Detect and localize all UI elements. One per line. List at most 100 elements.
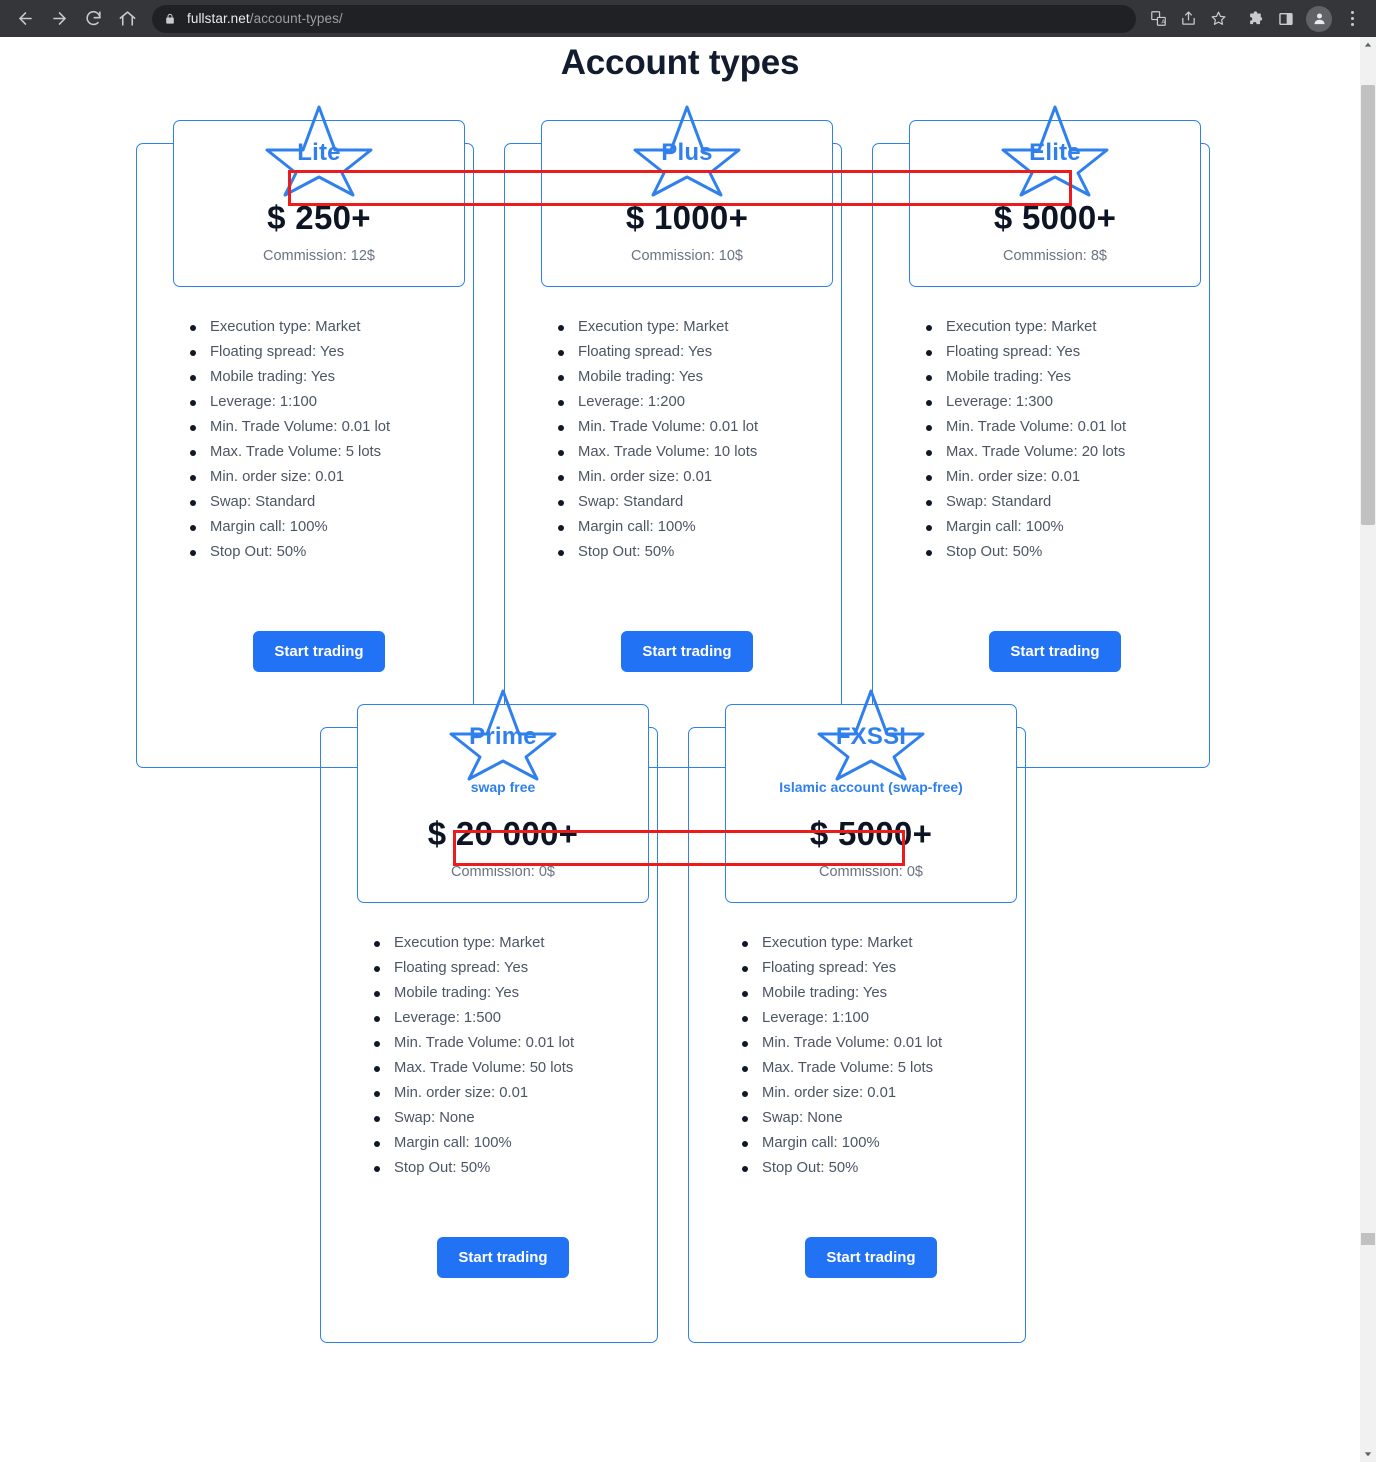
list-item: Floating spread: Yes [188,340,480,365]
forward-arrow-icon[interactable] [44,4,74,34]
list-item: Min. order size: 0.01 [188,465,480,490]
page-title: Account types [560,43,800,82]
list-item: Min. order size: 0.01 [556,465,848,490]
plan-price: $ 5000+ [993,199,1117,236]
list-item: Stop Out: 50% [740,1156,1032,1181]
list-item: Swap: Standard [556,490,848,515]
toolbar-actions: A [1144,5,1366,33]
list-item: Swap: None [740,1106,1032,1131]
list-item: Margin call: 100% [924,515,1216,540]
list-item: Min. Trade Volume: 0.01 lot [924,415,1216,440]
page-scrollbar[interactable] [1360,37,1376,1462]
list-item: Min. order size: 0.01 [924,465,1216,490]
list-item: Max. Trade Volume: 50 lots [372,1056,664,1081]
share-icon[interactable] [1174,5,1202,33]
list-item: Max. Trade Volume: 10 lots [556,440,848,465]
list-item: Swap: Standard [924,490,1216,515]
list-item: Leverage: 1:100 [740,1006,1032,1031]
account-cards-row-bottom: Prime swap free $ 20 000+ Commission: 0$… [0,689,1360,1343]
card-header: Plus $ 1000+ Commission: 10$ [541,105,833,287]
plan-name: Lite [297,139,341,166]
profile-avatar-icon[interactable] [1306,5,1332,32]
account-card-fxssi: FXSSI Islamic account (swap-free) $ 5000… [688,689,1032,1343]
start-trading-button[interactable]: Start trading [989,631,1121,672]
card-body: Execution type: Market Floating spread: … [710,903,1032,1278]
start-trading-button[interactable]: Start trading [253,631,385,672]
url-path: /account-types/ [249,11,343,26]
card-body: Execution type: Market Floating spread: … [158,287,480,672]
side-panel-icon[interactable] [1272,5,1300,33]
star-badge: Plus [542,103,832,199]
cta-container: Start trading [158,631,480,672]
list-item: Max. Trade Volume: 5 lots [188,440,480,465]
account-card-prime: Prime swap free $ 20 000+ Commission: 0$… [320,689,664,1343]
list-item: Execution type: Market [372,931,664,956]
list-item: Margin call: 100% [556,515,848,540]
card-header: FXSSI Islamic account (swap-free) $ 5000… [725,689,1017,903]
plan-price: $ 1000+ [625,199,749,236]
lock-icon [164,13,176,25]
list-item: Margin call: 100% [372,1131,664,1156]
scrollbar-thumb-secondary[interactable] [1361,1233,1375,1245]
start-trading-button[interactable]: Start trading [621,631,753,672]
scroll-up-icon[interactable] [1360,37,1376,53]
list-item: Execution type: Market [924,315,1216,340]
plan-name: Prime [469,723,537,750]
list-item: Min. Trade Volume: 0.01 lot [372,1031,664,1056]
scroll-down-icon[interactable] [1360,1446,1376,1462]
url-text: fullstar.net/account-types/ [187,11,343,26]
feature-list: Execution type: Market Floating spread: … [342,931,664,1181]
account-cards-row-top: Lite $ 250+ Commission: 12$ Execution ty… [0,105,1360,768]
feature-list: Execution type: Market Floating spread: … [894,315,1216,565]
svg-text:A: A [1161,19,1165,25]
plan-name: Elite [1029,139,1081,166]
extensions-puzzle-icon[interactable] [1242,5,1270,33]
back-arrow-icon[interactable] [10,4,40,34]
list-item: Floating spread: Yes [372,956,664,981]
list-item: Stop Out: 50% [924,540,1216,565]
translate-icon[interactable]: A [1144,5,1172,33]
card-body: Execution type: Market Floating spread: … [526,287,848,672]
plan-commission: Commission: 0$ [451,864,555,880]
list-item: Leverage: 1:200 [556,390,848,415]
card-body: Execution type: Market Floating spread: … [894,287,1216,672]
plan-subtitle: Islamic account (swap-free) [779,779,963,795]
list-item: Mobile trading: Yes [372,981,664,1006]
three-dot-menu-icon[interactable] [1338,5,1366,33]
cta-container: Start trading [526,631,848,672]
list-item: Min. order size: 0.01 [372,1081,664,1106]
list-item: Margin call: 100% [740,1131,1032,1156]
card-header: Lite $ 250+ Commission: 12$ [173,105,465,287]
list-item: Stop Out: 50% [556,540,848,565]
bookmark-star-icon[interactable] [1204,5,1232,33]
list-item: Floating spread: Yes [924,340,1216,365]
address-bar[interactable]: fullstar.net/account-types/ [152,4,1136,33]
list-item: Leverage: 1:300 [924,390,1216,415]
star-badge: FXSSI Islamic account (swap-free) [726,687,1016,815]
list-item: Swap: None [372,1106,664,1131]
list-item: Min. Trade Volume: 0.01 lot [188,415,480,440]
list-item: Leverage: 1:500 [372,1006,664,1031]
start-trading-button[interactable]: Start trading [805,1237,937,1278]
account-card-plus: Plus $ 1000+ Commission: 10$ Execution t… [504,105,848,768]
list-item: Stop Out: 50% [372,1156,664,1181]
list-item: Execution type: Market [556,315,848,340]
plan-price: $ 20 000+ [427,815,579,852]
card-header: Elite $ 5000+ Commission: 8$ [909,105,1201,287]
plan-commission: Commission: 8$ [1003,248,1107,264]
list-item: Floating spread: Yes [740,956,1032,981]
scrollbar-thumb[interactable] [1361,85,1375,525]
reload-icon[interactable] [78,4,108,34]
start-trading-button[interactable]: Start trading [437,1237,569,1278]
home-icon[interactable] [112,4,142,34]
list-item: Swap: Standard [188,490,480,515]
browser-toolbar: fullstar.net/account-types/ A [0,0,1376,37]
plan-subtitle: swap free [470,779,536,795]
star-badge: Lite [174,103,464,199]
plan-name: FXSSI [835,723,907,750]
star-badge: Elite [910,103,1200,199]
list-item: Execution type: Market [188,315,480,340]
plan-commission: Commission: 10$ [630,248,743,264]
plan-price: $ 5000+ [809,815,933,852]
card-body: Execution type: Market Floating spread: … [342,903,664,1278]
